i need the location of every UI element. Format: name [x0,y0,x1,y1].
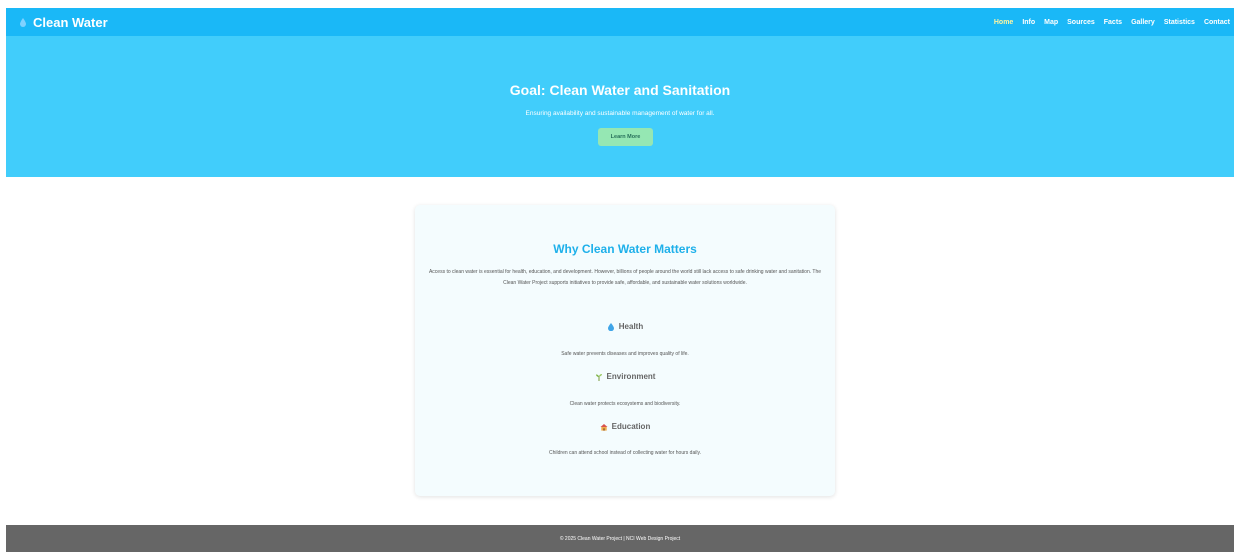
card-title: Why Clean Water Matters [553,242,697,256]
feature-health-text: Safe water prevents diseases and improve… [561,351,689,357]
feature-education-title: Education [415,422,835,431]
info-card: Why Clean Water Matters Access to clean … [415,205,835,496]
feature-health-label: Health [618,322,644,331]
footer: © 2025 Clean Water Project | NCI Web Des… [6,525,1234,552]
water-drop-icon [607,322,615,331]
learn-more-button[interactable]: Learn More [598,128,653,146]
nav-link-home[interactable]: Home [994,19,1013,26]
nav-link-contact[interactable]: Contact [1204,19,1230,26]
nav-link-sources[interactable]: Sources [1067,19,1095,26]
nav-link-facts[interactable]: Facts [1104,19,1122,26]
page: Clean Water Home Info Map Sources Facts … [6,8,1234,552]
card-intro: Access to clean water is essential for h… [428,269,822,286]
feature-environment-label: Environment [606,372,656,381]
brand-name: Clean Water [33,14,108,30]
nav-link-map[interactable]: Map [1044,19,1058,26]
navbar: Clean Water Home Info Map Sources Facts … [6,8,1234,36]
hero-subtitle: Ensuring availability and sustainable ma… [525,110,715,117]
feature-health-title: Health [415,322,835,331]
feature-environment-title: Environment [415,372,835,381]
nav-links: Home Info Map Sources Facts Gallery Stat… [994,19,1230,26]
nav-link-statistics[interactable]: Statistics [1164,19,1195,26]
feature-education-text: Children can attend school instead of co… [549,450,701,456]
nav-link-gallery[interactable]: Gallery [1131,19,1155,26]
feature-environment-text: Clean water protects ecosystems and biod… [569,401,681,407]
seedling-icon [595,373,603,381]
feature-education-label: Education [611,422,651,431]
water-drop-icon [20,17,26,27]
hero-title: Goal: Clean Water and Sanitation [509,82,731,98]
brand[interactable]: Clean Water [20,15,108,30]
school-icon [600,423,608,431]
hero-section: Goal: Clean Water and Sanitation Ensurin… [6,36,1234,177]
footer-text: © 2025 Clean Water Project | NCI Web Des… [559,535,681,542]
nav-link-info[interactable]: Info [1022,19,1035,26]
